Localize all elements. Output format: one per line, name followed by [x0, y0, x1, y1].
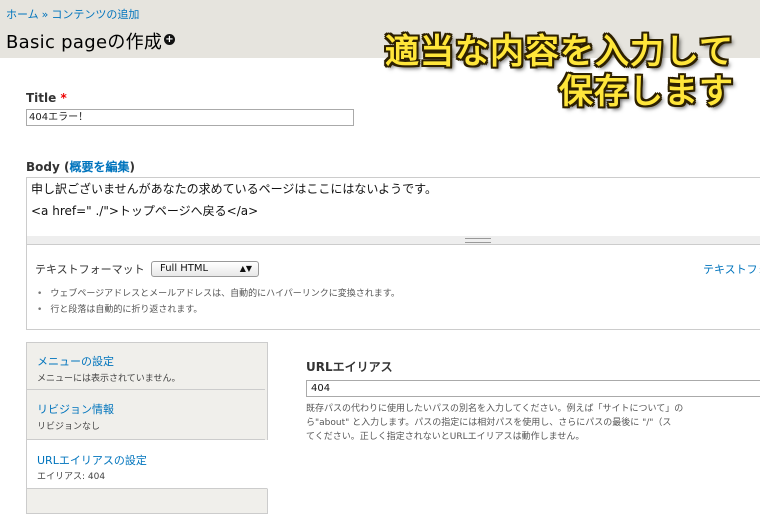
url-alias-description-line: てください。正しく指定されないとURLエイリアスは動作しません。 [306, 432, 585, 442]
text-format-help-link[interactable]: テキストフォ [703, 261, 760, 277]
url-alias-description-line: ら"about" と入力します。パスの指定には相対パスを使用し、さらにパスの最後… [306, 418, 672, 428]
grip-icon [465, 238, 491, 243]
body-textarea[interactable]: 申し訳ございませんがあなたの求めているページはここにはないようです。 <a hr… [26, 177, 760, 237]
title-label: Title * [26, 91, 67, 105]
title-input[interactable]: 404エラー！ [26, 109, 354, 126]
text-format-selected: Full HTML [160, 263, 209, 274]
format-tips: ウェブページアドレスとメールアドレスは、自動的にハイパーリンクに変換されます。 … [37, 286, 400, 318]
required-mark: * [60, 91, 67, 105]
breadcrumb-separator: » [41, 8, 49, 21]
url-alias-label: URLエイリアス [306, 360, 393, 374]
vertical-tab-menu-settings[interactable]: メニューの設定 メニューには表示されていません。 [27, 343, 265, 390]
breadcrumb-home-link[interactable]: ホーム [6, 8, 39, 21]
breadcrumb: ホーム» コンテンツの追加 [6, 6, 139, 22]
textarea-resize-handle[interactable] [26, 236, 760, 245]
vertical-tab-revision-info[interactable]: リビジョン情報 リビジョンなし [27, 390, 265, 440]
select-arrows-icon: ▲▼ [239, 264, 252, 273]
annotation-line-2: 保存します [559, 72, 734, 112]
format-tip-item: 行と段落は自動的に折り返されます。 [37, 302, 400, 318]
vertical-tabs: メニューの設定 メニューには表示されていません。 リビジョン情報 リビジョンなし… [26, 342, 268, 514]
vertical-tab-summary: リビジョンなし [37, 422, 101, 432]
edit-summary-link[interactable]: 概要を編集 [69, 160, 129, 174]
body-text-line-1: 申し訳ございませんがあなたの求めているページはここにはないようです。 [31, 182, 437, 196]
body-label-paren-close: ) [129, 160, 135, 174]
text-format-select[interactable]: Full HTML ▲▼ [151, 261, 259, 277]
vertical-tab-title: リビジョン情報 [37, 403, 114, 416]
vertical-tab-summary: メニューには表示されていません。 [37, 374, 181, 384]
title-label-text: Title [26, 91, 57, 105]
body-text-line-2: <a href=" ./">トップページへ戻る</a> [31, 204, 259, 218]
url-alias-input[interactable]: 404 [306, 380, 760, 397]
format-tip-item: ウェブページアドレスとメールアドレスは、自動的にハイパーリンクに変換されます。 [37, 286, 400, 302]
url-alias-description-line: 既存パスの代わりに使用したいパスの別名を入力してください。例えば「サイトについて… [306, 404, 684, 414]
vertical-tab-summary: エイリアス: 404 [37, 472, 106, 482]
breadcrumb-add-content-link[interactable]: コンテンツの追加 [51, 8, 139, 21]
vertical-tab-title: URLエイリアスの設定 [37, 454, 147, 467]
body-label: Body (概要を編集) [26, 158, 135, 175]
vertical-tab-url-alias[interactable]: URLエイリアスの設定 エイリアス: 404 [27, 440, 268, 489]
url-alias-description: 既存パスの代わりに使用したいパスの別名を入力してください。例えば「サイトについて… [306, 402, 760, 444]
page-title: Basic pageの作成 [6, 32, 163, 53]
annotation-line-1: 適当な内容を入力して [385, 32, 734, 72]
vertical-tab-title: メニューの設定 [37, 355, 114, 368]
annotation-overlay: 適当な内容を入力して 保存します [385, 32, 734, 112]
text-format-label: テキストフォーマット [35, 263, 145, 276]
text-format-box: テキストフォーマット Full HTML ▲▼ テキストフォ ウェブページアドレ… [26, 245, 760, 330]
body-label-text: Body [26, 160, 60, 174]
add-shortcut-icon[interactable]: + [164, 34, 175, 45]
